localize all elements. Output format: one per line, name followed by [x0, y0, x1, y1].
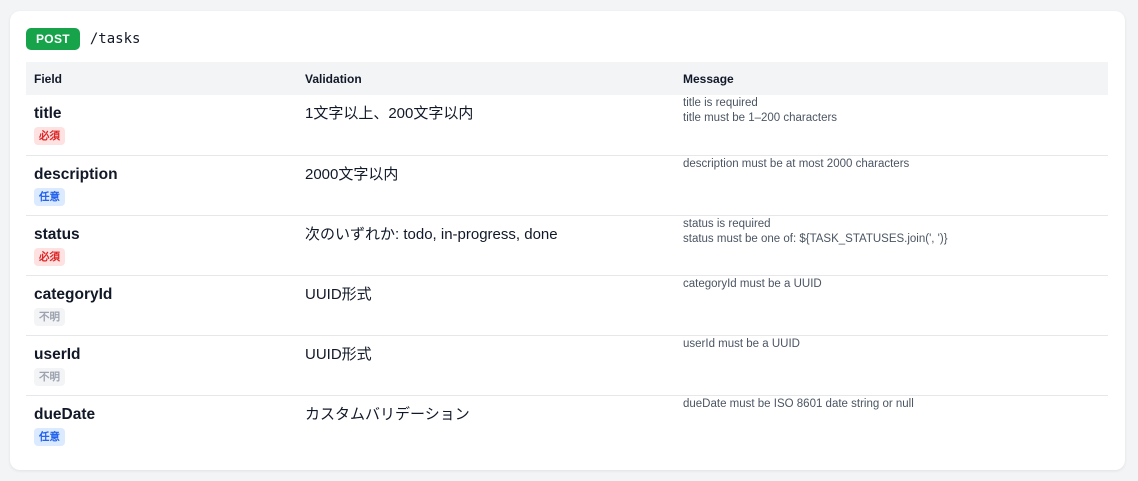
column-header-message: Message	[683, 71, 734, 86]
validation-cell: カスタムバリデーション	[305, 405, 470, 423]
validation-cell: UUID形式	[305, 345, 372, 363]
error-message: title must be 1–200 characters	[683, 112, 838, 124]
unknown-badge: 不明	[34, 367, 65, 386]
field-name: status	[34, 225, 80, 243]
message-cell: categoryId must be a UUID	[675, 275, 1108, 335]
validation-cell: 1文字以上、200文字以内	[305, 105, 474, 122]
field-cell: userId 不明	[26, 335, 297, 395]
error-message: status must be one of: ${TASK_STATUSES.j…	[683, 232, 948, 245]
validation-cell: UUID形式	[305, 285, 372, 303]
message-cell: dueDate must be ISO 8601 date string or …	[675, 395, 1108, 455]
error-message: dueDate must be ISO 8601 date string or …	[683, 397, 914, 410]
required-badge: 必須	[34, 127, 65, 145]
message-cell: userId must be a UUID	[675, 335, 1108, 395]
table-row: categoryId 不明 UUID形式 categoryId must be a U…	[26, 275, 1108, 335]
field-name: dueDate	[34, 405, 96, 423]
field-name: title	[34, 105, 62, 122]
field-cell: dueDate 任意	[26, 395, 297, 455]
table-row: status 必須 次のいずれか: todo, in-progress, done s…	[26, 215, 1108, 275]
column-header-field: Field	[34, 71, 63, 86]
validation-rules-card: POST /tasks Field Validation Message tit…	[10, 11, 1125, 470]
error-message: title is required	[683, 97, 758, 109]
error-message: categoryId must be a UUID	[683, 277, 822, 290]
message-cell: status is required status must be one of:…	[675, 215, 1108, 275]
field-cell: title 必須	[26, 95, 297, 155]
table-row: description 任意 2000文字以内 description must be…	[26, 155, 1108, 215]
error-message: userId must be a UUID	[683, 337, 800, 350]
field-name: description	[34, 165, 118, 183]
error-message: status is required	[683, 217, 771, 230]
validation-cell: 次のいずれか: todo, in-progress, done	[305, 225, 558, 243]
error-message: description must be at most 2000 charact…	[683, 157, 910, 170]
optional-badge: 任意	[34, 187, 65, 206]
unknown-badge: 不明	[34, 307, 65, 326]
field-cell: categoryId 不明	[26, 275, 297, 335]
endpoint-header: POST /tasks	[26, 28, 140, 50]
validation-table: Field Validation Message title 必須 1文字以上、20…	[26, 62, 1108, 455]
field-cell: status 必須	[26, 215, 297, 275]
table-row: userId 不明 UUID形式 userId must be a UUID	[26, 335, 1108, 395]
field-name: categoryId	[34, 285, 113, 303]
table-body: title 必須 1文字以上、200文字以内 title is required tit…	[26, 95, 1108, 455]
field-cell: description 任意	[26, 155, 297, 215]
required-badge: 必須	[34, 247, 65, 266]
endpoint-path: /tasks	[89, 31, 141, 47]
table-header-row: Field Validation Message	[26, 62, 1108, 95]
column-header-validation: Validation	[305, 71, 362, 86]
message-cell: title is required title must be 1–200 cha…	[675, 95, 1108, 155]
optional-badge: 任意	[34, 427, 65, 446]
field-name: userId	[34, 345, 81, 363]
validation-cell: 2000文字以内	[305, 165, 399, 183]
table-row: title 必須 1文字以上、200文字以内 title is required tit…	[26, 95, 1108, 155]
message-cell: description must be at most 2000 charact…	[675, 155, 1108, 215]
table-row: dueDate 任意 カスタムバリデーション dueDate must be ISO …	[26, 395, 1108, 455]
http-method-badge: POST	[26, 28, 80, 50]
